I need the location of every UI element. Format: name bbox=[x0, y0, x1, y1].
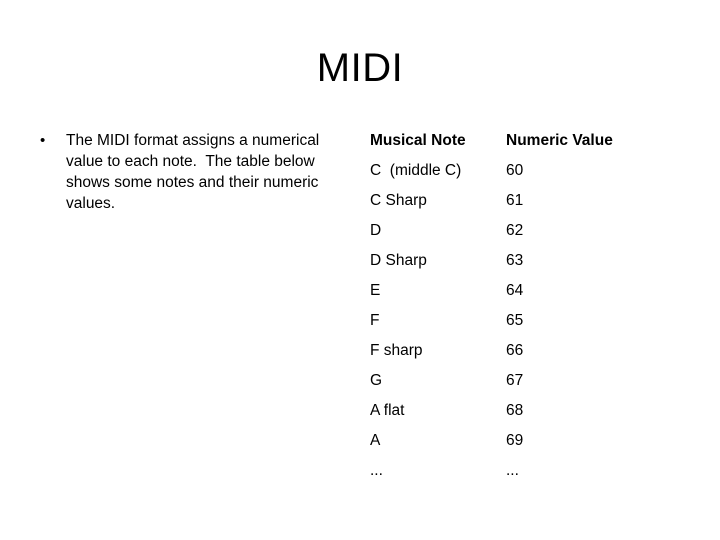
table-row: F 65 bbox=[370, 311, 626, 341]
cell-numeric-value: 66 bbox=[506, 342, 524, 359]
bullet-list: • The MIDI format assigns a numerical va… bbox=[34, 130, 354, 214]
table-row: C (middle C) 60 bbox=[370, 161, 626, 191]
table-row: F sharp 66 bbox=[370, 341, 626, 371]
column-header-musical-note: Musical Note bbox=[370, 132, 466, 149]
table-body: C (middle C) 60 C Sharp 61 D 62 D Sharp … bbox=[370, 161, 626, 491]
table-row: A flat 68 bbox=[370, 401, 626, 431]
cell-numeric-value: 67 bbox=[506, 372, 524, 389]
cell-musical-note: F sharp bbox=[370, 342, 423, 359]
bullet-item-text: The MIDI format assigns a numerical valu… bbox=[66, 132, 324, 212]
table-row: ... ... bbox=[370, 461, 626, 491]
cell-musical-note: A bbox=[370, 432, 381, 449]
cell-musical-note: D bbox=[370, 222, 382, 239]
cell-musical-note: C (middle C) bbox=[370, 162, 462, 179]
list-item: • The MIDI format assigns a numerical va… bbox=[34, 130, 354, 214]
table-row: C Sharp 61 bbox=[370, 191, 626, 221]
midi-note-table: Musical Note Numeric Value C (middle C) … bbox=[370, 131, 626, 491]
cell-numeric-value: 64 bbox=[506, 282, 524, 299]
cell-musical-note: E bbox=[370, 282, 381, 299]
table-row: D 62 bbox=[370, 221, 626, 251]
table-row: D Sharp 63 bbox=[370, 251, 626, 281]
cell-musical-note: ... bbox=[370, 462, 383, 479]
page-title: MIDI bbox=[316, 46, 404, 90]
cell-numeric-value: 65 bbox=[506, 312, 524, 329]
cell-numeric-value: 60 bbox=[506, 162, 524, 179]
table-row: A 69 bbox=[370, 431, 626, 461]
cell-numeric-value: 69 bbox=[506, 432, 524, 449]
cell-musical-note: F bbox=[370, 312, 380, 329]
cell-numeric-value: ... bbox=[506, 462, 519, 479]
slide-canvas: MIDI • The MIDI format assigns a numeric… bbox=[0, 0, 720, 540]
cell-numeric-value: 62 bbox=[506, 222, 524, 239]
cell-numeric-value: 68 bbox=[506, 402, 524, 419]
cell-musical-note: D Sharp bbox=[370, 252, 427, 269]
column-header-numeric-value: Numeric Value bbox=[506, 132, 613, 149]
cell-musical-note: G bbox=[370, 372, 383, 389]
table-row: G 67 bbox=[370, 371, 626, 401]
cell-musical-note: A flat bbox=[370, 402, 405, 419]
bullet-marker-icon: • bbox=[40, 132, 46, 149]
table-header-row: Musical Note Numeric Value bbox=[370, 131, 626, 161]
cell-numeric-value: 61 bbox=[506, 192, 524, 209]
cell-numeric-value: 63 bbox=[506, 252, 524, 269]
table-row: E 64 bbox=[370, 281, 626, 311]
cell-musical-note: C Sharp bbox=[370, 192, 427, 209]
